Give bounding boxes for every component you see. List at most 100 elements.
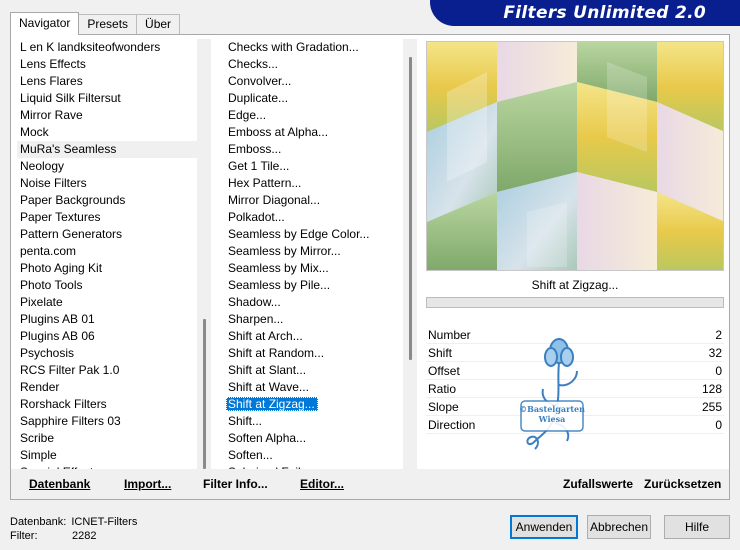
title-banner: Filters Unlimited 2.0 <box>430 0 740 26</box>
filter-item-label: Shift at Arch... <box>228 329 303 343</box>
tab-ueber[interactable]: Über <box>136 14 181 35</box>
help-button[interactable]: Hilfe <box>664 515 730 539</box>
category-item[interactable]: Rorshack Filters <box>17 396 207 413</box>
category-item[interactable]: Plugins AB 06 <box>17 328 207 345</box>
filter-scroll-thumb[interactable] <box>409 57 412 360</box>
category-item[interactable]: Paper Textures <box>17 209 207 226</box>
filter-item[interactable]: Mirror Diagonal... <box>225 192 405 209</box>
preview-pattern <box>427 42 723 270</box>
status-database: Datenbank: ICNET-Filters <box>10 516 137 528</box>
editor-button[interactable]: Editor... <box>300 477 344 491</box>
parameter-value[interactable]: 32 <box>709 344 722 362</box>
category-item-label: Rorshack Filters <box>20 397 107 411</box>
filter-item-label: Shift... <box>228 414 263 428</box>
parameter-value[interactable]: 2 <box>715 326 722 344</box>
filter-item-label: Mirror Diagonal... <box>228 193 321 207</box>
category-scrollbar[interactable] <box>197 39 211 469</box>
category-item[interactable]: Photo Tools <box>17 277 207 294</box>
category-item[interactable]: MuRa's Seamless <box>17 141 207 158</box>
filter-item-label: Seamless by Pile... <box>228 278 331 292</box>
filter-item[interactable]: Polkadot... <box>225 209 405 226</box>
filter-item[interactable]: Shift at Zigzag... <box>225 396 405 413</box>
filter-item[interactable]: Checks... <box>225 56 405 73</box>
category-item[interactable]: Psychosis <box>17 345 207 362</box>
filter-item[interactable]: Seamless by Pile... <box>225 277 405 294</box>
filter-item[interactable]: Soften... <box>225 447 405 464</box>
category-item[interactable]: Mock <box>17 124 207 141</box>
filter-item[interactable]: Shift at Slant... <box>225 362 405 379</box>
category-item[interactable]: Mirror Rave <box>17 107 207 124</box>
filter-item[interactable]: Emboss at Alpha... <box>225 124 405 141</box>
filter-item-label: Hex Pattern... <box>228 176 302 190</box>
category-item[interactable]: Lens Flares <box>17 73 207 90</box>
filter-scrollbar[interactable] <box>403 39 417 469</box>
status-filter-value: 2282 <box>72 530 97 542</box>
category-item[interactable]: penta.com <box>17 243 207 260</box>
zuruecksetzen-button[interactable]: Zurücksetzen <box>644 477 721 491</box>
category-item-label: Mock <box>20 125 49 139</box>
parameter-value[interactable]: 0 <box>715 362 722 380</box>
progress-bar <box>426 297 724 308</box>
filter-item-label: Duplicate... <box>228 91 289 105</box>
category-item-label: Pattern Generators <box>20 227 123 241</box>
watermark-line-1: ©Bastelgarten <box>519 404 585 414</box>
parameter-value[interactable]: 255 <box>702 398 722 416</box>
category-item[interactable]: Render <box>17 379 207 396</box>
filter-item[interactable]: Checks with Gradation... <box>225 39 405 56</box>
category-item[interactable]: Liquid Silk Filtersut <box>17 90 207 107</box>
filter-item-label: Seamless by Mix... <box>228 261 329 275</box>
filter-item[interactable]: Convolver... <box>225 73 405 90</box>
filter-item[interactable]: Shadow... <box>225 294 405 311</box>
filter-item[interactable]: Sharpen... <box>225 311 405 328</box>
filter-item[interactable]: Duplicate... <box>225 90 405 107</box>
filter-item[interactable]: Shift... <box>225 413 405 430</box>
filter-item[interactable]: Seamless by Edge Color... <box>225 226 405 243</box>
category-scroll-thumb[interactable] <box>203 319 206 469</box>
filter-item[interactable]: Seamless by Mirror... <box>225 243 405 260</box>
import-button[interactable]: Import... <box>124 477 171 491</box>
category-item-label: L en K landksiteofwonders <box>20 40 161 54</box>
filter-item[interactable]: Soften Alpha... <box>225 430 405 447</box>
filter-info-button[interactable]: Filter Info... <box>203 477 268 491</box>
tab-bar: Navigator Presets Über <box>10 12 181 35</box>
datenbank-button[interactable]: Datenbank <box>29 477 90 491</box>
category-item[interactable]: Lens Effects <box>17 56 207 73</box>
category-item[interactable]: Sapphire Filters 03 <box>17 413 207 430</box>
apply-button[interactable]: Anwenden <box>510 515 578 539</box>
category-item[interactable]: L en K landksiteofwonders <box>17 39 207 56</box>
category-item[interactable]: Plugins AB 01 <box>17 311 207 328</box>
category-list[interactable]: L en K landksiteofwonders Lens Effects Len… <box>17 39 207 469</box>
filter-item[interactable]: Emboss... <box>225 141 405 158</box>
tab-navigator[interactable]: Navigator <box>10 12 80 35</box>
category-item[interactable]: Paper Backgrounds <box>17 192 207 209</box>
filter-item[interactable]: Shift at Wave... <box>225 379 405 396</box>
category-item-label: Neology <box>20 159 65 173</box>
category-item[interactable]: Noise Filters <box>17 175 207 192</box>
filter-item[interactable]: Shift at Arch... <box>225 328 405 345</box>
cancel-button[interactable]: Abbrechen <box>587 515 651 539</box>
category-item[interactable]: Scribe <box>17 430 207 447</box>
category-item[interactable]: Pattern Generators <box>17 226 207 243</box>
tab-presets[interactable]: Presets <box>78 14 138 35</box>
category-item[interactable]: Simple <box>17 447 207 464</box>
category-item[interactable]: Pixelate <box>17 294 207 311</box>
filter-item-label: Soften... <box>228 448 273 462</box>
category-item-label: Plugins AB 01 <box>20 312 95 326</box>
filter-item[interactable]: Hex Pattern... <box>225 175 405 192</box>
filter-item[interactable]: Shift at Random... <box>225 345 405 362</box>
zufallswerte-button[interactable]: Zufallswerte <box>563 477 633 491</box>
filter-item[interactable]: Get 1 Tile... <box>225 158 405 175</box>
category-item[interactable]: RCS Filter Pak 1.0 <box>17 362 207 379</box>
filter-items: Checks with Gradation... Checks... Convolv… <box>225 39 405 469</box>
filter-item[interactable]: Edge... <box>225 107 405 124</box>
filter-item[interactable]: Seamless by Mix... <box>225 260 405 277</box>
category-item-label: Photo Tools <box>20 278 83 292</box>
category-item[interactable]: Photo Aging Kit <box>17 260 207 277</box>
category-item-label: Psychosis <box>20 346 75 360</box>
parameter-value[interactable]: 0 <box>715 416 722 434</box>
zuruecksetzen-label: Zurücksetzen <box>644 477 722 491</box>
parameter-value[interactable]: 128 <box>702 380 722 398</box>
preview-image <box>426 41 724 271</box>
filter-list[interactable]: Checks with Gradation... Checks... Convolv… <box>225 39 405 469</box>
category-item[interactable]: Neology <box>17 158 207 175</box>
